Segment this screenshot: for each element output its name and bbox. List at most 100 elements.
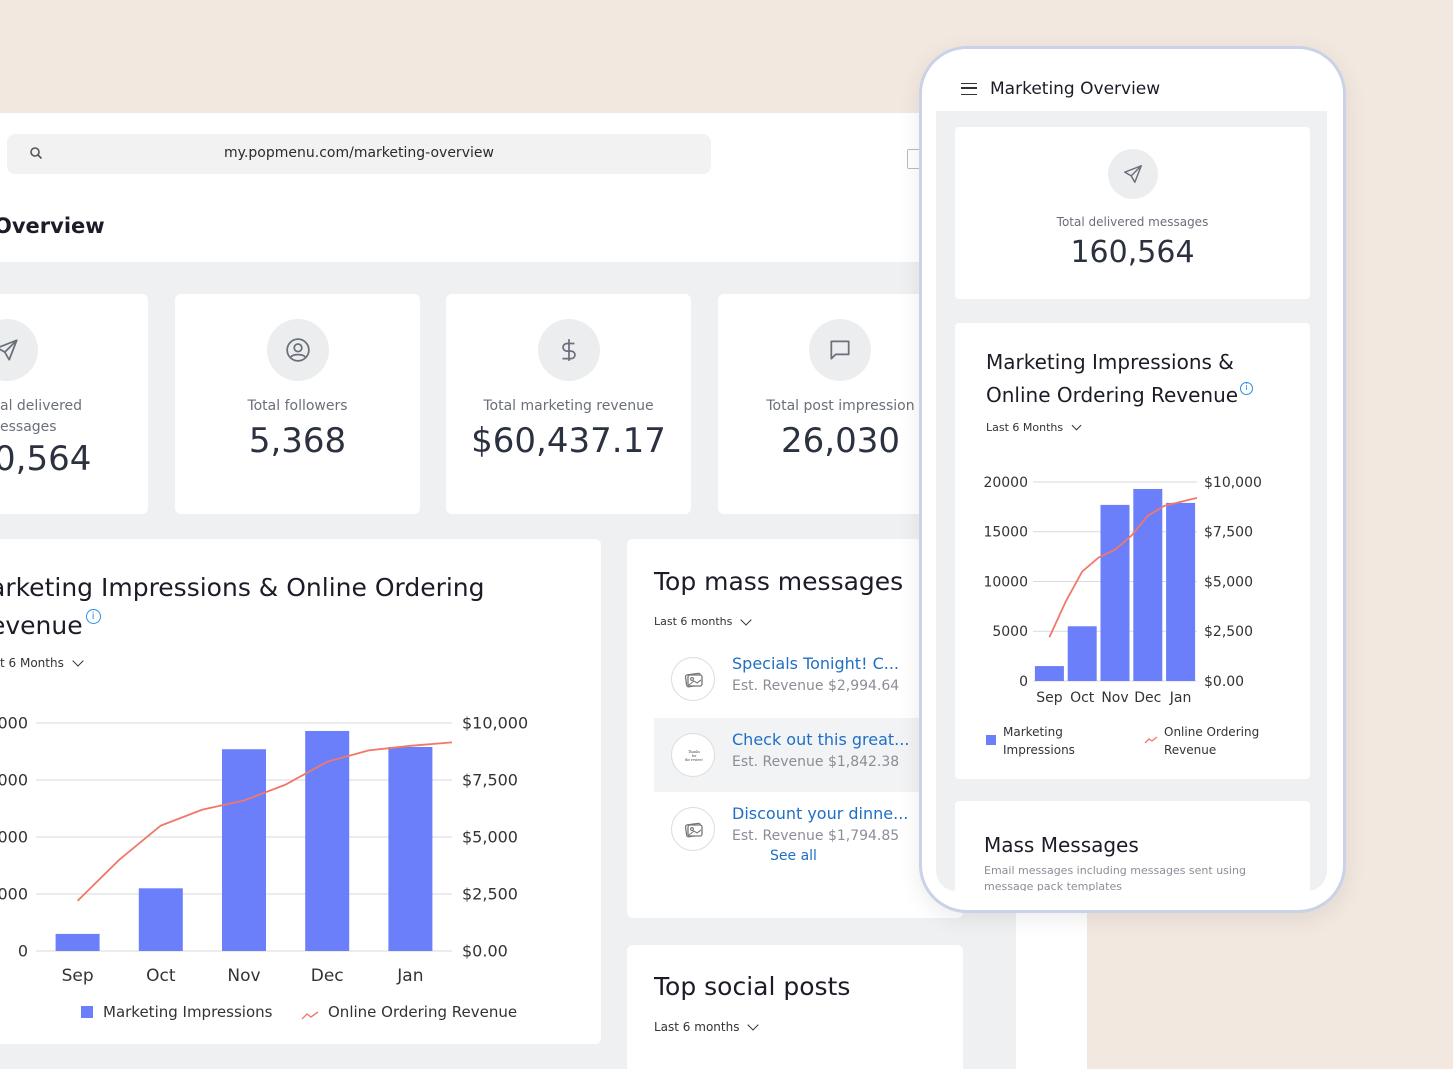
card-title: Mass Messages [984,833,1139,857]
bar [1100,504,1130,681]
legend-swatch [986,735,996,745]
stat-value: 5,368 [248,421,347,461]
x-tick-label: Oct [146,966,176,986]
chevron-down-icon [747,1019,760,1031]
x-tick-label: Oct [1070,690,1095,706]
legend-swatch [81,1006,93,1018]
phone-frame: Marketing Overview Total delivered messa… [919,46,1346,913]
message-revenue: Est. Revenue $1,794.85 [732,828,900,844]
card-description: Email messages including messages sent u… [984,864,1246,891]
bar [388,746,433,951]
chevron-down-icon [1071,420,1082,431]
panel-title: Top social posts [654,972,851,1001]
tab-icon [907,149,919,169]
message-title: Discount your dinne... [732,804,909,823]
y-tick-label: 0 [18,942,28,961]
y2-tick-label: $5,000 [1204,574,1253,590]
range-dropdown[interactable]: Last 6 months [654,613,753,628]
stat-value: 160,564 [1070,235,1195,270]
message-title: Specials Tonight! C... [732,654,899,673]
delivered-card: Total delivered messages 160,564 [955,127,1310,299]
y2-tick-label: $7,500 [1204,525,1253,541]
chat-bubble-icon [809,319,871,381]
address-bar[interactable]: my.popmenu.com/marketing-overview [7,134,711,174]
y2-tick-label: $10,000 [1204,475,1262,491]
impressions-chart: 20000 $10,000 15000 $7,500 10000 $5,000 5000 $2… [983,475,1262,706]
y2-tick-label: $10,000 [462,714,528,733]
range-dropdown[interactable]: t 6 Months [0,655,84,670]
y-tick-label: 000 [0,771,28,790]
phone-chart-card: Marketing Impressions & Online Ordering … [955,323,1310,779]
message-thumbnail: Thanks for the review! [671,733,715,777]
stat-value: $60,437.17 [471,421,666,461]
bar [222,749,266,951]
stat-label: Total followers [247,398,348,414]
paper-plane-icon [0,319,38,381]
bar [1067,626,1097,681]
list-item[interactable]: Specials Tonight! C... Est. Revenue $2,9… [654,642,944,716]
list-item[interactable]: Thanks for the review! Check out this grea… [654,718,944,792]
trend-line-icon [1144,736,1158,744]
info-icon[interactable]: i [85,609,101,624]
chart-title: arketing Impressions & Online Ordering e… [0,573,485,640]
stat-label: Total marketing revenue [483,398,654,414]
phone-screen: Marketing Overview Total delivered messa… [922,49,1343,910]
y2-tick-label: $7,500 [462,771,518,790]
info-icon[interactable]: i [1240,382,1254,395]
svg-text:the review!: the review! [685,758,703,762]
user-circle-icon [267,319,329,381]
message-revenue: Est. Revenue $1,842.38 [732,754,900,770]
stat-label: al delivered essages [0,398,83,435]
stat-card-delivered: al delivered essages 0,564 [0,294,148,514]
bar [138,888,183,951]
y2-tick-label: $2,500 [462,885,518,904]
bar [1166,502,1196,681]
stat-card-followers: Total followers 5,368 [175,294,420,514]
x-tick-label: Nov [1101,690,1128,706]
y-tick-label: 000 [0,714,28,733]
y-tick-label: 20000 [983,475,1028,491]
range-dropdown[interactable]: Last 6 months [654,1019,760,1034]
y-tick-label: 0 [1019,674,1028,690]
range-dropdown[interactable]: Last 6 Months [986,420,1082,434]
y2-tick-label: $5,000 [462,828,518,847]
image-placeholder-icon [671,657,715,701]
trend-line-icon [301,1011,319,1020]
x-tick-label: Dec [311,966,344,986]
legend-label: Online Ordering Revenue [328,1003,517,1021]
bar [55,933,100,951]
y-tick-label: 15000 [983,525,1028,541]
x-tick-label: Jan [396,966,423,986]
see-all-link[interactable]: See all [770,848,817,864]
chart-title: Marketing Impressions & Online Ordering … [986,346,1254,412]
y2-tick-label: $0.00 [1204,674,1244,690]
message-revenue: Est. Revenue $2,994.64 [732,678,900,694]
phone-content: Total delivered messages 160,564 Marketi… [936,111,1327,891]
message-title: Check out this great... [732,730,910,749]
chevron-down-icon [72,655,84,667]
url-text: my.popmenu.com/marketing-overview [224,145,494,161]
bar [1034,666,1064,681]
x-tick-label: Nov [227,966,260,986]
y-tick-label: 000 [0,885,28,904]
top-social-posts-panel: Top social posts Last 6 months [627,945,963,1069]
impressions-chart: 000 $10,000 000 $7,500 000 $5,000 000 $2,500 0 $0… [0,714,528,1021]
hamburger-menu-icon[interactable] [961,83,977,95]
bar [305,730,350,951]
page-title: Overview [0,214,105,238]
bar [1133,488,1163,681]
y-tick-label: 000 [0,828,28,847]
dollar-icon [538,319,600,381]
top-mass-messages-panel: Top mass messages Last 6 months Specials… [627,539,963,918]
panel-title: Top mass messages [654,567,904,596]
legend-online-ordering-revenue: Online Ordering Revenue [1144,723,1259,759]
impressions-chart-panel: arketing Impressions & Online Ordering e… [0,539,601,1044]
stat-label: Total delivered messages [1056,215,1209,229]
chevron-down-icon [740,613,753,626]
stat-value: 0,564 [0,439,92,479]
x-tick-label: Sep [1036,690,1063,706]
paper-plane-icon [1108,149,1158,199]
stat-card-revenue: Total marketing revenue $60,437.17 [446,294,691,514]
phone-title: Marketing Overview [990,79,1161,99]
x-tick-label: Jan [1169,690,1192,706]
